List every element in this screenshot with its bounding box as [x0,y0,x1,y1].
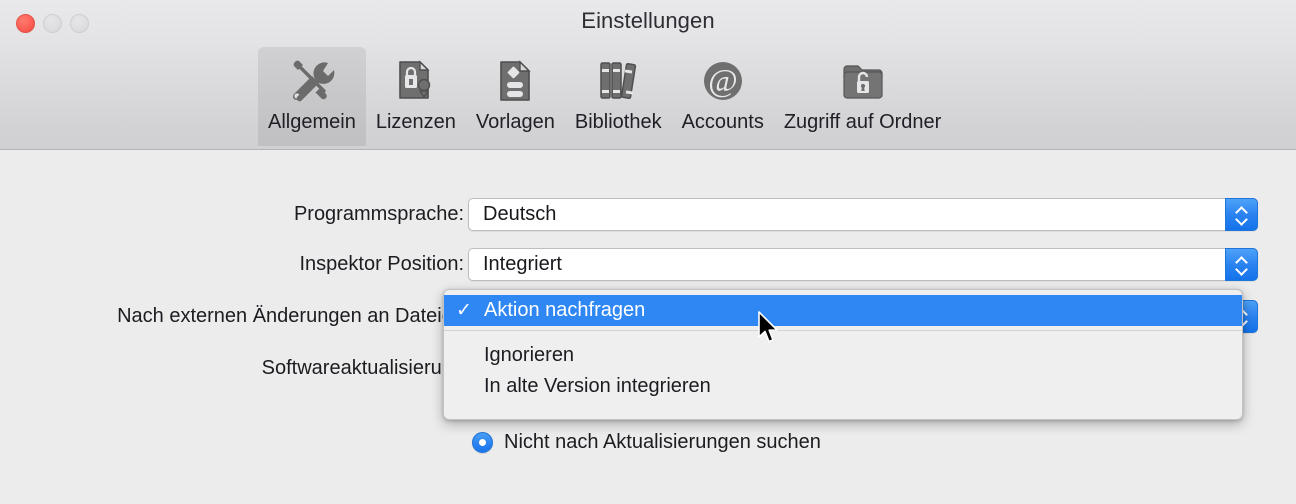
label-softwareaktualisierung: Softwareaktualisierung [261,356,464,379]
window-title: Einstellungen [581,8,715,33]
menu-item-ignorieren[interactable]: Ignorieren [444,340,1242,371]
books-icon [591,53,645,109]
menu-item-label: In alte Version integrieren [484,375,711,397]
toolbar: Allgemein Lizenzen Vorlagen Bibliothek @… [0,47,1296,150]
menu-item-label: Ignorieren [484,344,575,366]
at-sign-icon: @ [696,53,750,109]
label-externe-aenderungen: Nach externen Änderungen an Dateien [117,304,464,327]
popup-value: Deutsch [483,202,557,225]
svg-text:@: @ [708,62,737,98]
checkmark-icon: ✓ [456,300,472,321]
toolbar-item-vorlagen[interactable]: Vorlagen [466,47,565,146]
stepper-arrows-icon[interactable] [1225,197,1258,231]
row-inspektor-position: Inspektor Position: Integriert [0,246,1296,282]
toolbar-item-allgemein[interactable]: Allgemein [258,47,366,146]
toolbar-item-label: Bibliothek [574,111,662,133]
toolbar-item-label: Allgemein [268,111,356,133]
toolbar-item-lizenzen[interactable]: Lizenzen [366,47,466,146]
toolbar-items: Allgemein Lizenzen Vorlagen Bibliothek @… [258,47,951,150]
chevron-down-icon [1236,266,1247,272]
label-programmsprache: Programmsprache: [293,202,464,225]
tools-icon [285,53,339,109]
menu-item-label: Aktion nachfragen [484,299,646,321]
popup-inspektor-position[interactable]: Integriert [468,247,1258,281]
menu-item-in-alte-version-integrieren[interactable]: In alte Version integrieren [444,371,1242,402]
toolbar-item-label: Zugriff auf Ordner [783,111,942,133]
radio-button-selected[interactable] [472,432,493,453]
title-bar: Einstellungen [0,0,1296,47]
toolbar-item-bibliothek[interactable]: Bibliothek [565,47,672,146]
chevron-down-icon [1236,216,1247,222]
popup-programmsprache[interactable]: Deutsch [468,197,1258,231]
toolbar-item-label: Lizenzen [375,111,456,133]
toolbar-item-label: Vorlagen [475,111,555,133]
toolbar-item-accounts[interactable]: @ Accounts [672,47,774,146]
toolbar-item-zugriff-auf-ordner[interactable]: Zugriff auf Ordner [774,47,951,146]
radio-dot [479,439,486,446]
menu-item-aktion-nachfragen[interactable]: ✓ Aktion nachfragen [444,295,1242,326]
open-dropdown-menu: ✓ Aktion nachfragen Ignorieren In alte V… [443,289,1243,420]
stepper-arrows-icon[interactable] [1225,247,1258,281]
document-lock-icon [389,53,443,109]
document-template-icon [488,53,542,109]
folder-lock-icon [836,53,890,109]
preferences-window: Einstellungen Allgemein Lizenzen Vorlage… [0,0,1296,504]
row-programmsprache: Programmsprache: Deutsch [0,196,1296,232]
popup-value: Integriert [483,252,562,275]
radio-nicht-suchen[interactable]: Nicht nach Aktualisierungen suchen [472,431,821,454]
radio-label: Nicht nach Aktualisierungen suchen [504,431,821,453]
toolbar-item-label: Accounts [681,111,764,133]
label-inspektor-position: Inspektor Position: [299,252,464,275]
chevron-up-icon [1236,207,1247,213]
chevron-up-icon [1236,257,1247,263]
menu-spacer [444,331,1242,340]
